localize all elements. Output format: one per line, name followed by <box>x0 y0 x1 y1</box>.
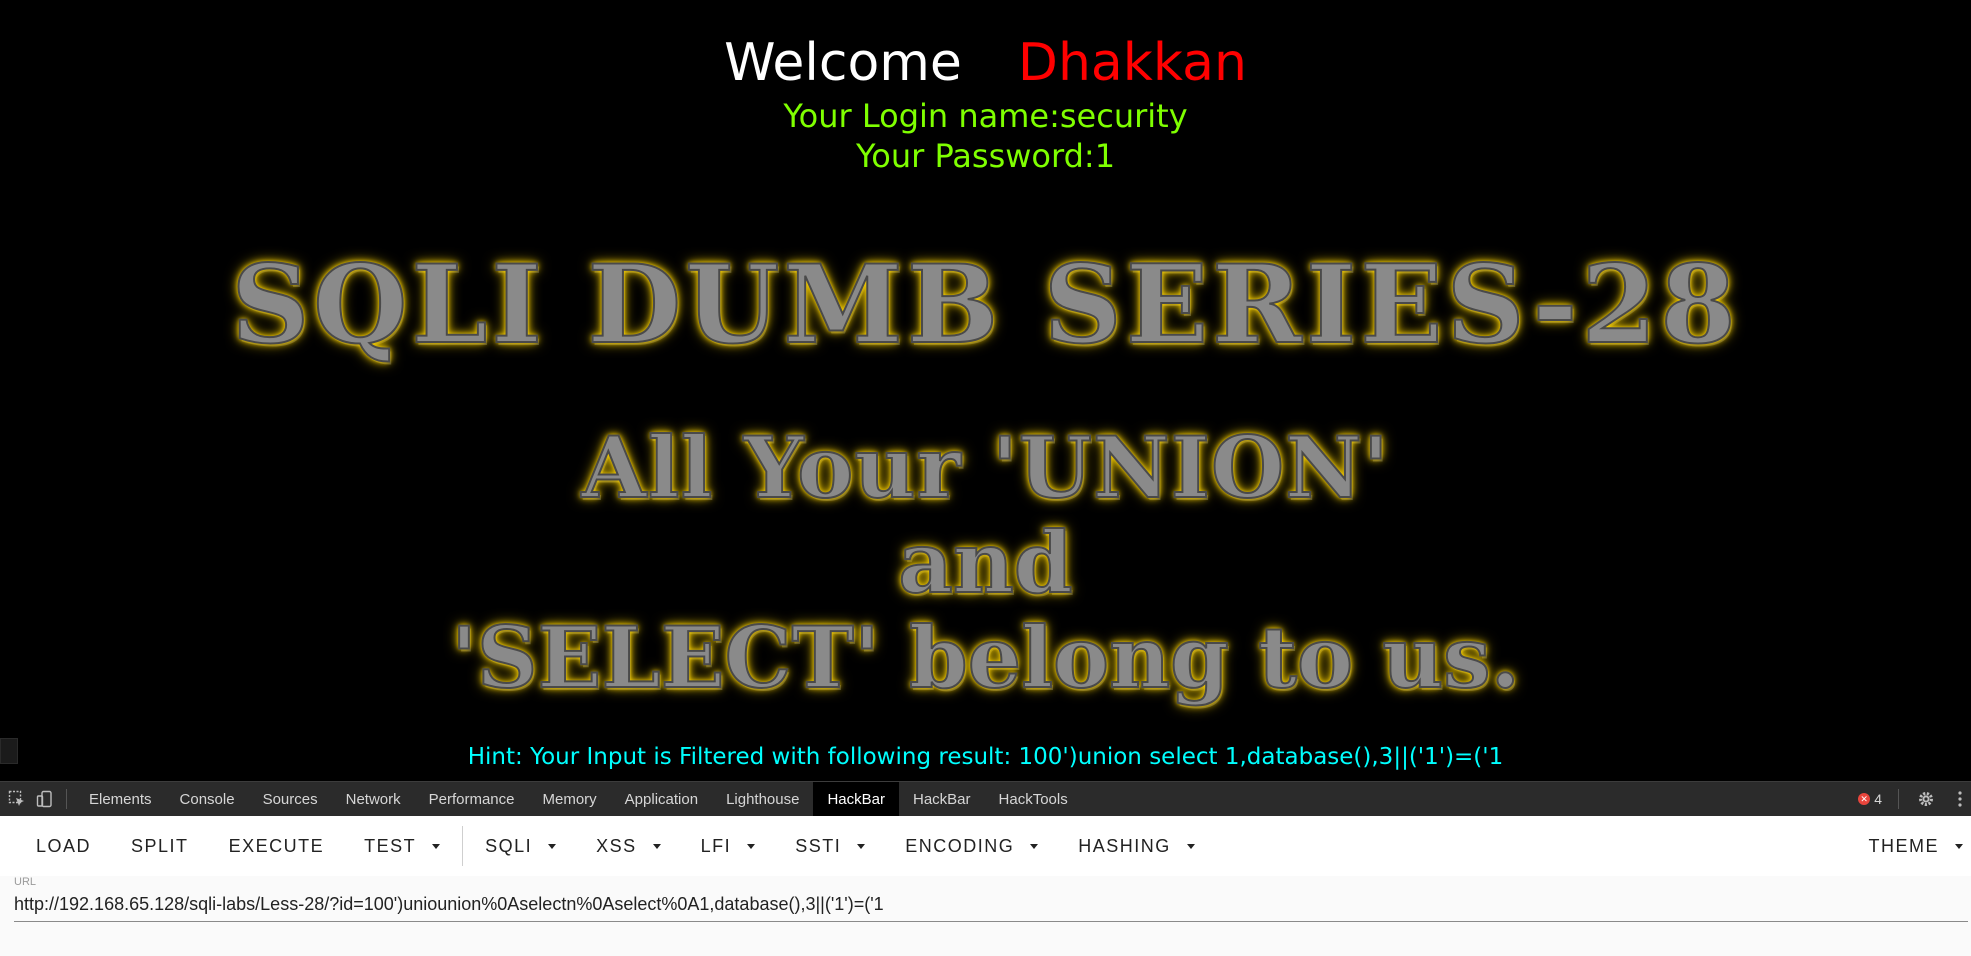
test-dropdown[interactable]: TEST <box>344 816 460 876</box>
tab-application[interactable]: Application <box>611 782 712 817</box>
more-vertical-icon[interactable] <box>1953 788 1967 810</box>
page-viewport: Welcome Dhakkan Your Login name:security … <box>0 0 1971 781</box>
xss-dropdown[interactable]: XSS <box>576 816 681 876</box>
chevron-down-icon <box>857 843 866 849</box>
error-counter[interactable]: ✕ 4 <box>1858 791 1882 807</box>
banner-line-3: 'SELECT' belong to us. <box>450 608 1521 707</box>
device-toolbar-icon[interactable] <box>34 788 56 810</box>
toolbar-divider <box>66 789 67 809</box>
chevron-down-icon <box>1030 843 1039 849</box>
welcome-text: Welcome <box>724 33 962 93</box>
tab-performance[interactable]: Performance <box>415 782 529 817</box>
login-name-text: Your Login name:security <box>783 97 1188 135</box>
execute-button[interactable]: EXECUTE <box>209 816 345 876</box>
chevron-down-icon <box>1955 843 1963 849</box>
devtools-right-controls: ✕ 4 <box>1858 788 1971 810</box>
inspect-element-icon[interactable] <box>6 788 28 810</box>
tab-elements[interactable]: Elements <box>75 782 166 817</box>
toolbar-divider <box>462 826 464 866</box>
ssti-dropdown[interactable]: SSTI <box>775 816 885 876</box>
encoding-dropdown[interactable]: ENCODING <box>885 816 1058 876</box>
url-input[interactable] <box>14 888 1968 922</box>
user-name: Dhakkan <box>1017 33 1247 93</box>
split-button[interactable]: SPLIT <box>111 816 209 876</box>
chevron-down-icon <box>747 843 756 849</box>
browser-window: Welcome Dhakkan Your Login name:security … <box>0 0 1971 956</box>
chevron-down-icon <box>1186 843 1195 849</box>
banner-title: SQLI DUMB SERIES-28 <box>230 242 1740 368</box>
hint-text: Hint: Your Input is Filtered with follow… <box>467 744 1504 770</box>
gear-icon[interactable] <box>1915 788 1937 810</box>
banner-line-1: All Your 'UNION' <box>580 418 1390 517</box>
error-icon: ✕ <box>1858 793 1871 805</box>
tab-hackbar[interactable]: HackBar <box>899 782 985 817</box>
password-text: Your Password:1 <box>855 137 1116 175</box>
devtools-tab-bar: Elements Console Sources Network Perform… <box>0 781 1971 817</box>
toolbar-divider <box>1898 789 1899 809</box>
hackbar-panel: LOAD SPLIT EXECUTE TEST SQLI XSS LFI SST… <box>0 816 1971 956</box>
hashing-dropdown[interactable]: HASHING <box>1058 816 1215 876</box>
hackbar-toolbar: LOAD SPLIT EXECUTE TEST SQLI XSS LFI SST… <box>0 816 1971 876</box>
lfi-dropdown[interactable]: LFI <box>681 816 776 876</box>
tab-lighthouse[interactable]: Lighthouse <box>712 782 813 817</box>
theme-dropdown[interactable]: THEME <box>1849 816 1971 876</box>
banner-line-2: and <box>897 513 1073 612</box>
tab-console[interactable]: Console <box>166 782 249 817</box>
load-button[interactable]: LOAD <box>16 816 111 876</box>
sqli-dropdown[interactable]: SQLI <box>465 816 576 876</box>
welcome-line: Welcome Dhakkan <box>0 30 1971 96</box>
error-count: 4 <box>1874 791 1882 807</box>
url-section: URL <box>0 876 1971 956</box>
tab-network[interactable]: Network <box>332 782 415 817</box>
chevron-down-icon <box>548 843 557 849</box>
url-label: URL <box>14 876 37 888</box>
tab-hackbar-active[interactable]: HackBar <box>813 781 899 817</box>
chevron-down-icon <box>652 843 661 849</box>
tab-hacktools[interactable]: HackTools <box>985 782 1082 817</box>
tab-sources[interactable]: Sources <box>249 782 332 817</box>
tab-memory[interactable]: Memory <box>529 782 611 817</box>
chevron-down-icon <box>432 843 441 849</box>
